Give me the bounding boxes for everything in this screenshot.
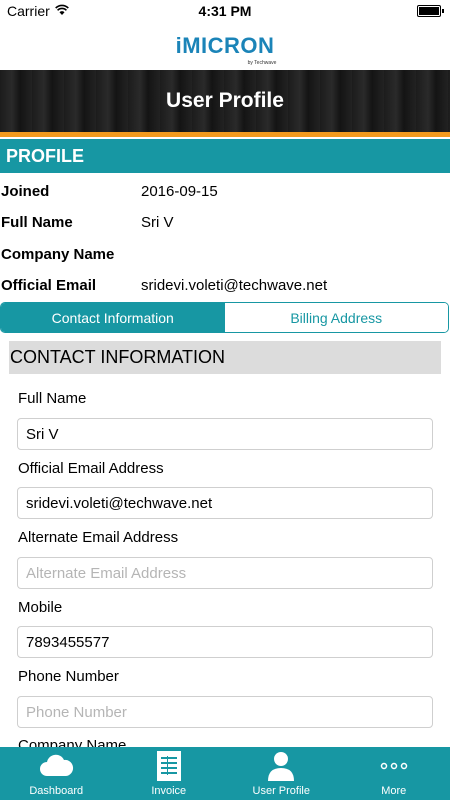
more-dots-icon <box>380 762 407 770</box>
brand-logo: iMICRON by Techwave <box>175 33 277 66</box>
tabbar-item-dashboard[interactable]: Dashboard <box>0 747 113 800</box>
official-email-label: Official Email Address <box>18 460 164 477</box>
info-row-official-email: Official Email sridevi.voleti@techwave.n… <box>0 273 450 299</box>
info-label: Company Name <box>1 246 115 263</box>
banner-stripe <box>0 132 450 137</box>
page-title: User Profile <box>166 89 284 112</box>
info-label: Joined <box>1 183 50 200</box>
phone-number-label: Phone Number <box>18 668 119 685</box>
profile-section-header: PROFILE <box>0 139 450 173</box>
tabbar-item-more[interactable]: More <box>338 747 450 800</box>
info-row-full-name: Full Name Sri V <box>0 210 450 236</box>
bottom-tab-bar: Dashboard Invoice User Profile More <box>0 747 450 800</box>
info-value: 2016-09-15 <box>141 183 218 200</box>
tabbar-item-invoice[interactable]: Invoice <box>113 747 226 800</box>
full-name-label: Full Name <box>18 390 87 407</box>
info-label: Official Email <box>1 277 97 294</box>
tabbar-label: More <box>381 785 407 797</box>
clock: 4:31 PM <box>198 3 252 19</box>
tab-billing-address[interactable]: Billing Address <box>224 303 448 332</box>
profile-section-title: PROFILE <box>6 145 85 166</box>
tabbar-item-user-profile[interactable]: User Profile <box>225 747 338 800</box>
mobile-input[interactable] <box>17 626 433 658</box>
alternate-email-label: Alternate Email Address <box>18 529 179 546</box>
tabbar-label: Invoice <box>151 785 187 797</box>
user-icon <box>268 752 295 781</box>
mobile-label: Mobile <box>18 599 63 616</box>
info-value: Sri V <box>141 214 174 231</box>
info-row-company-name: Company Name <box>0 242 450 268</box>
brand-logo-sub: by Techwave <box>247 60 277 66</box>
brand-logo-text: iMICRON <box>175 33 275 58</box>
status-bar: Carrier 4:31 PM <box>0 0 450 22</box>
cloud-icon <box>40 754 74 776</box>
page-banner: User Profile <box>0 70 450 132</box>
info-value: sridevi.voleti@techwave.net <box>141 277 328 294</box>
tab-contact-information[interactable]: Contact Information <box>1 303 225 332</box>
tabbar-label: User Profile <box>252 785 310 797</box>
contact-section-title: CONTACT INFORMATION <box>10 347 225 367</box>
battery-icon <box>417 5 444 17</box>
tabbar-label: Dashboard <box>29 785 84 797</box>
official-email-input[interactable] <box>17 487 433 519</box>
logo-bar: iMICRON by Techwave <box>0 22 450 70</box>
info-row-joined: Joined 2016-09-15 <box>0 179 450 205</box>
alternate-email-input[interactable] <box>17 557 433 589</box>
contact-section-header: CONTACT INFORMATION <box>9 341 441 374</box>
phone-number-input[interactable] <box>17 696 433 728</box>
info-tabs: Contact Information Billing Address <box>0 302 449 333</box>
full-name-input[interactable] <box>17 418 433 450</box>
info-label: Full Name <box>1 214 73 231</box>
invoice-icon <box>156 751 181 781</box>
